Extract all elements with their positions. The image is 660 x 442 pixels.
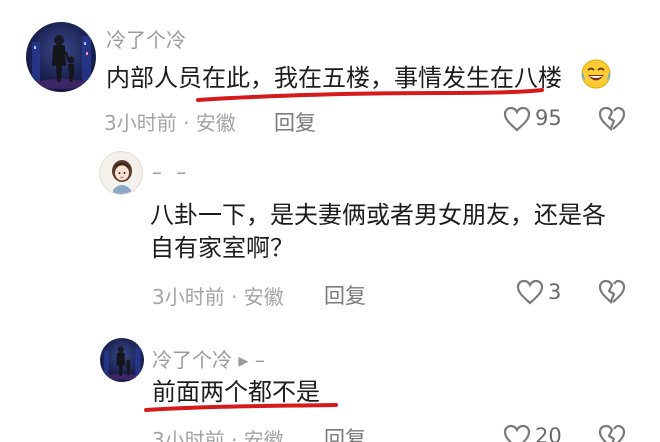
avatar[interactable] (26, 22, 96, 92)
red-underline-annotation (144, 403, 338, 412)
like-count: 20 (535, 424, 562, 442)
like-count: 95 (535, 106, 562, 130)
reply-button[interactable]: 回复 (274, 107, 316, 137)
like-count: 3 (548, 280, 562, 304)
man-child-night-avatar-icon (32, 35, 91, 89)
heart-icon[interactable] (516, 279, 544, 305)
heart-icon[interactable] (503, 424, 531, 442)
girl-cartoon-avatar-icon (112, 160, 132, 194)
username[interactable]: 冷了个冷 (106, 24, 186, 53)
reply-button[interactable]: 回复 (324, 423, 366, 442)
crying-laughing-emoji-icon (581, 59, 611, 89)
red-underline-annotation (196, 88, 544, 102)
dislike-broken-heart-icon[interactable] (598, 279, 626, 305)
comment-text-line-2: 自有家室啊？ (150, 234, 294, 262)
avatar[interactable] (99, 151, 143, 195)
username[interactable]: – – (152, 160, 190, 184)
avatar[interactable] (100, 338, 144, 382)
username[interactable]: 冷了个冷 ▸ – (152, 344, 265, 373)
man-child-night-avatar-icon (103, 346, 141, 381)
dislike-broken-heart-icon[interactable] (598, 106, 626, 132)
heart-icon[interactable] (503, 106, 531, 132)
reply-button[interactable]: 回复 (324, 280, 366, 310)
comment-meta: 3小时前 · 安徽 (152, 285, 284, 309)
comment-text-line-1: 八卦一下，是夫妻俩或者男女朋友，还是各 (150, 201, 606, 229)
dislike-broken-heart-icon[interactable] (598, 424, 626, 442)
comment-meta: 3小时前 · 安徽 (104, 111, 236, 135)
comment-meta: 3小时前 · 安徽 (152, 428, 284, 442)
